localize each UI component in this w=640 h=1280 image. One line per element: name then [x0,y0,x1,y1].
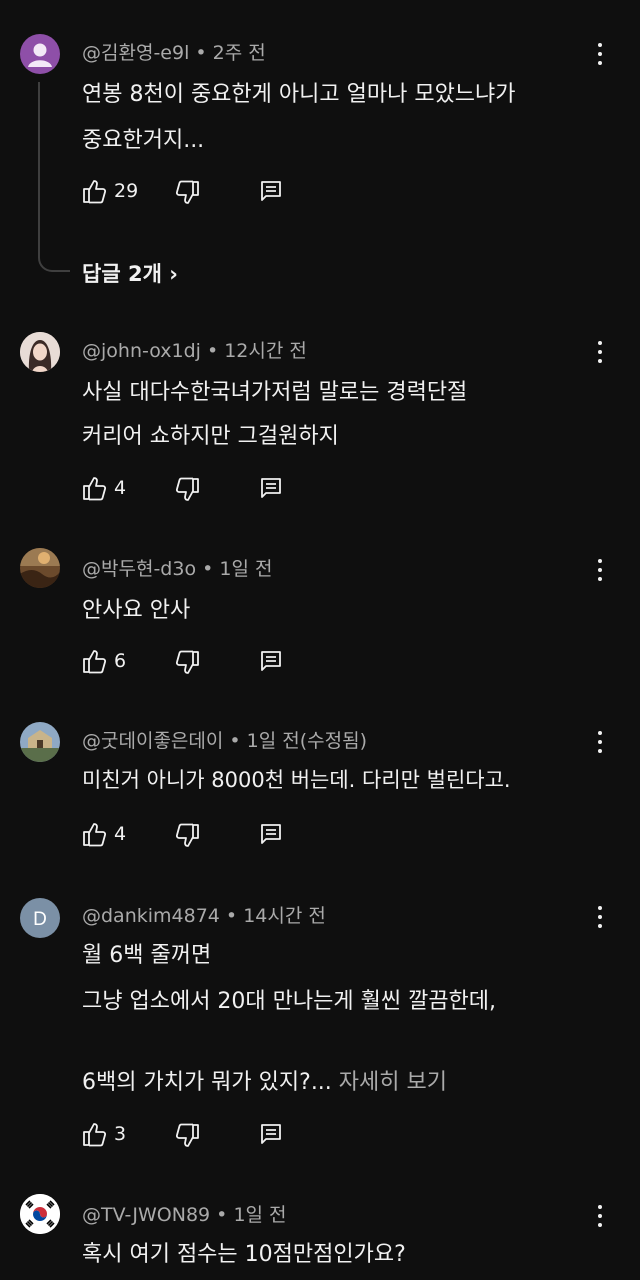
meta-separator: • [196,558,220,580]
comment-text-line: 연봉 8천이 중요한게 아니고 얼마나 모았느냐가 [82,82,516,107]
reply-icon[interactable] [260,823,282,845]
comment-time: 12시간 전 [224,340,307,362]
svg-text:D: D [33,909,47,930]
comment-item: @굿데이좋은데이 • 1일 전(수정됨) 미친거 아니가 8000천 버는데. … [0,690,640,870]
comment-time: 14시간 전 [243,905,326,927]
meta-separator: • [200,340,225,362]
comment-author[interactable]: @dankim4874 [82,905,220,927]
comment-time: 1일 전(수정됨) [246,730,368,752]
avatar[interactable] [20,34,60,74]
comment-time: 2주 전 [212,42,266,64]
read-more-link[interactable]: 자세히 보기 [339,1070,447,1095]
thumbs-down-icon[interactable] [176,1123,200,1149]
comment-text-line: 그냥 업소에서 20대 만나는게 훨씬 깔끔한데, [82,989,497,1014]
like-count: 6 [114,650,127,672]
view-replies-link[interactable]: 답글 2개 › [82,258,178,288]
avatar[interactable]: D [20,898,60,938]
comment-author[interactable]: @john-ox1dj [82,340,201,362]
more-options-icon[interactable] [590,1202,610,1232]
comment-text-line: 중요한거지... [82,128,205,153]
comment-meta: @TV-JWON89 • 1일 전 [82,1200,287,1227]
thumbs-down-icon[interactable] [176,477,200,503]
comment-author[interactable]: @TV-JWON89 [82,1204,210,1226]
comment-item: @김환영-e9l • 2주 전 연봉 8천이 중요한게 아니고 얼마나 모았느냐… [0,0,640,300]
comment-text-line: 사실 대다수한국녀가저럼 말로는 경력단절 [82,380,468,405]
comment-text-line: 월 6백 줄꺼면 [82,943,212,968]
default-person-icon [28,43,52,67]
more-options-icon[interactable] [590,728,610,758]
comment-text-line: 미친거 아니가 8000천 버는데. 다리만 벌린다고. [82,768,511,792]
profile-photo-icon [20,548,60,588]
profile-photo-icon [20,722,60,762]
like-count: 29 [114,180,139,202]
comment-actions: 4 [82,475,382,505]
comment-actions: 3 [82,1121,382,1151]
comment-meta: @굿데이좋은데이 • 1일 전(수정됨) [82,726,367,753]
comment-text-line: 안사요 안사 [82,598,191,623]
profile-photo-icon [20,332,60,372]
thumbs-up-icon[interactable] [82,821,106,847]
comment-text-line: 커리어 쇼하지만 그걸원하지 [82,424,339,449]
thumbs-up-icon[interactable] [82,1121,106,1147]
thumbs-up-icon[interactable] [82,648,106,674]
more-options-icon[interactable] [590,338,610,368]
thumbs-up-icon[interactable] [82,178,106,204]
comment-item: @john-ox1dj • 12시간 전 사실 대다수한국녀가저럼 말로는 경력… [0,300,640,510]
comment-text-line: 6백의 가치가 뭐가 있지?... 자세히 보기 [82,1064,447,1096]
avatar[interactable] [20,332,60,372]
comment-meta: @dankim4874 • 14시간 전 [82,901,326,928]
comment-item: @TV-JWON89 • 1일 전 혹시 여기 점수는 10점만점인가요? [0,1180,640,1280]
comment-text-line: 혹시 여기 점수는 10점만점인가요? [82,1242,406,1267]
more-options-icon[interactable] [590,556,610,586]
meta-separator: • [219,905,244,927]
comment-author[interactable]: @굿데이좋은데이 [82,730,223,752]
like-count: 3 [114,1123,127,1145]
reply-icon[interactable] [260,180,282,202]
like-count: 4 [114,477,127,499]
comment-item: D @dankim4874 • 14시간 전 월 6백 줄꺼면 그냥 업소에서 … [0,870,640,1180]
korea-flag-icon [20,1194,60,1234]
comment-actions: 29 [82,178,382,208]
comment-meta: @john-ox1dj • 12시간 전 [82,336,307,363]
avatar[interactable] [20,1194,60,1234]
comment-time: 1일 전 [233,1204,287,1226]
comment-author[interactable]: @김환영-e9l [82,42,189,64]
meta-separator: • [210,1204,234,1226]
meta-separator: • [223,730,247,752]
comment-text-truncated: 6백의 가치가 뭐가 있지?... [82,1070,332,1095]
thumbs-down-icon[interactable] [176,180,200,206]
comment-actions: 6 [82,648,382,678]
thumbs-up-icon[interactable] [82,475,106,501]
avatar[interactable] [20,548,60,588]
thumbs-down-icon[interactable] [176,823,200,849]
comment-time: 1일 전 [219,558,273,580]
more-options-icon[interactable] [590,903,610,933]
reply-icon[interactable] [260,650,282,672]
comment-author[interactable]: @박두현-d3o [82,558,196,580]
letter-avatar-icon: D [33,909,47,930]
reply-icon[interactable] [260,477,282,499]
reply-icon[interactable] [260,1123,282,1145]
meta-separator: • [189,42,213,64]
more-options-icon[interactable] [590,40,610,70]
comment-meta: @김환영-e9l • 2주 전 [82,38,266,65]
comment-item: @박두현-d3o • 1일 전 안사요 안사 6 [0,510,640,690]
comment-actions: 4 [82,821,382,851]
thread-connector [38,82,70,272]
like-count: 4 [114,823,127,845]
thumbs-down-icon[interactable] [176,650,200,676]
comment-meta: @박두현-d3o • 1일 전 [82,554,272,581]
avatar[interactable] [20,722,60,762]
